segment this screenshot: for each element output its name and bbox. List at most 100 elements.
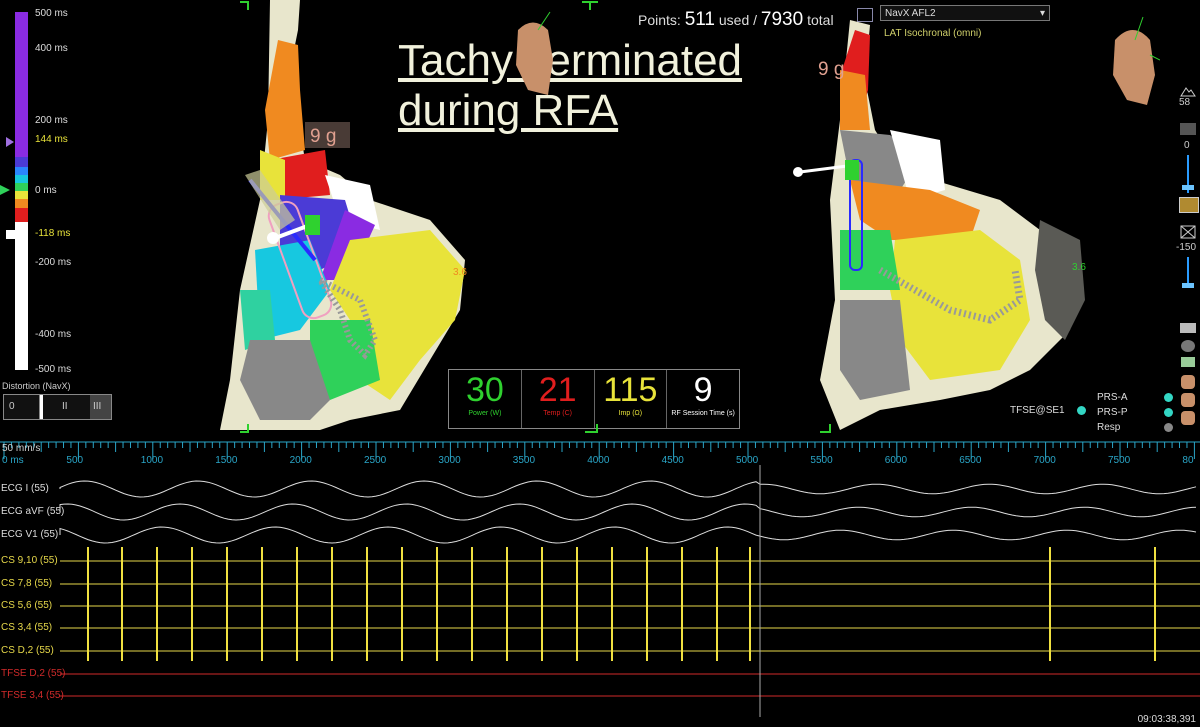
rf-power: 30 Power (W) (449, 370, 522, 428)
distortion-value: 0 (9, 401, 15, 412)
resp-dot-prs-a[interactable] (1164, 393, 1173, 402)
timestamp: 09:03:38,391 (1137, 714, 1196, 725)
right-anatomy-map[interactable]: 9 g 3.6 (780, 0, 1100, 435)
ruler-label: 2500 (364, 455, 387, 466)
sweep-speed: 50 mm/s (2, 443, 41, 454)
rf-power-value: 30 (465, 371, 504, 409)
resp-item-prs-p: PRS-P (1097, 407, 1128, 418)
torso-orientation-icon-right[interactable] (1105, 15, 1160, 110)
right-map-value: 3.6 (1072, 262, 1086, 273)
ruler-label: 1500 (215, 455, 238, 466)
slide-title: Tachy Terminated during RFA (398, 36, 742, 136)
trace-canvas[interactable] (0, 437, 1200, 727)
upper-limit-marker[interactable] (6, 137, 14, 147)
scale-label-400: 400 ms (35, 43, 68, 54)
slide-title-line1: Tachy Terminated (398, 36, 743, 85)
resp-item-resp: Resp (1097, 422, 1121, 433)
resp-dot-prs-p[interactable] (1164, 408, 1173, 417)
channel-trace (59, 503, 1197, 521)
lower-limit-marker[interactable] (6, 230, 15, 239)
sphere-icon[interactable] (1181, 340, 1195, 352)
distortion-mark-ii: II (62, 401, 68, 412)
distortion-label: Distortion (NavX) (2, 381, 71, 391)
rf-session-time-value: 9 (693, 371, 713, 409)
torso-view-icon-2[interactable] (1181, 393, 1195, 407)
catheter-icon[interactable] (1181, 357, 1195, 367)
crosshair-icon[interactable] (1180, 225, 1196, 239)
ruler-start: 0 ms (2, 455, 24, 466)
ruler-label: 5000 (736, 455, 759, 466)
ruler-label: 4000 (587, 455, 610, 466)
used-label: used / (718, 12, 758, 28)
ruler-label: 7500 (1108, 455, 1131, 466)
rf-impedance-value: 115 (603, 371, 658, 409)
ruler-label: 1000 (140, 455, 164, 466)
rf-session-time: 9 RF Session Time (s) (667, 370, 739, 428)
distortion-indicator: 0 II III (3, 394, 112, 420)
scale-label-500: 500 ms (35, 8, 68, 19)
channel-label[interactable]: CS D,2 (55) (1, 645, 54, 656)
ruler-label: 80 (1182, 455, 1194, 466)
left-contact-force-label: 9 g (310, 126, 336, 147)
signal-trace-panel[interactable]: 50 mm/s 0 ms 500 1000 1500 2000 2500 3000 3500… (0, 437, 1200, 727)
threshold-slider-handle[interactable] (1182, 283, 1194, 288)
resp-item-prs-a: PRS-A (1097, 392, 1128, 403)
torso-orientation-icon[interactable] (508, 10, 558, 100)
channel-label[interactable]: CS 7,8 (55) (1, 578, 52, 589)
panel-icon[interactable] (1180, 323, 1196, 333)
rf-ablation-panel: 30 Power (W) 21 Temp (C) 115 Imp (Ω) 9 R… (448, 369, 740, 429)
mountain-icon[interactable] (1180, 85, 1196, 97)
channel-label[interactable]: CS 3,4 (55) (1, 622, 52, 633)
channel-trace (59, 480, 1197, 498)
zero-marker[interactable] (0, 185, 10, 195)
map-panel: 500 ms 400 ms 200 ms 144 ms 0 ms -118 ms… (0, 0, 1200, 437)
ruler-label: 7000 (1033, 455, 1056, 466)
channel-label[interactable]: CS 9,10 (55) (1, 555, 58, 566)
scale-label-minus118: -118 ms (35, 228, 71, 239)
channel-label[interactable]: CS 5,6 (55) (1, 600, 52, 611)
rf-session-time-label: RF Session Time (s) (671, 410, 735, 417)
opacity-slider-handle[interactable] (1182, 185, 1194, 190)
scale-label-0: 0 ms (35, 185, 57, 196)
channel-label[interactable]: ECG I (55) (1, 483, 49, 494)
channel-label[interactable]: ECG V1 (55) (1, 529, 58, 540)
ruler-label: 3500 (512, 455, 536, 466)
layers-icon[interactable] (1180, 123, 1196, 135)
ruler-label: 500 (66, 455, 84, 466)
toolbar-value-minus150: -150 (1176, 242, 1197, 253)
scale-label-144: 144 ms (35, 134, 68, 145)
torso-view-icon-3[interactable] (1181, 411, 1195, 425)
torso-view-icon-1[interactable] (1181, 375, 1195, 389)
rf-impedance-label: Imp (Ω) (618, 410, 643, 417)
resp-dot-resp[interactable] (1164, 423, 1173, 432)
toolbar-value-0: 0 (1184, 140, 1190, 151)
ruler-label: 3000 (438, 455, 461, 466)
channel-label[interactable]: TFSE D,2 (55) (1, 668, 65, 679)
scale-label-minus500: -500 ms (35, 364, 72, 375)
slide-title-line2: during RFA (398, 86, 619, 135)
resp-source-dot (1077, 406, 1086, 415)
ruler-label: 5500 (810, 455, 833, 466)
distortion-marker (40, 395, 43, 419)
scale-label-200: 200 ms (35, 115, 68, 126)
left-map-value: 3.6 (453, 267, 467, 278)
points-label: Points: (638, 12, 681, 28)
rf-temp: 21 Temp (C) (522, 370, 595, 428)
channel-label[interactable]: ECG aVF (55) (1, 506, 64, 517)
channel-label[interactable]: TFSE 3,4 (55) (1, 690, 64, 701)
lat-color-scale[interactable] (15, 12, 28, 370)
points-used: 511 (684, 9, 715, 30)
ruler-label: 6500 (959, 455, 982, 466)
scale-label-minus200: -200 ms (35, 257, 72, 268)
scale-label-minus400: -400 ms (35, 329, 72, 340)
image-icon[interactable] (1179, 197, 1199, 213)
rf-impedance: 115 Imp (Ω) (595, 370, 668, 428)
rf-temp-label: Temp (C) (543, 410, 573, 417)
rf-power-label: Power (W) (468, 410, 502, 417)
channel-trace (59, 526, 1197, 544)
ruler-label: 4500 (661, 455, 684, 466)
toolbar-value-58: 58 (1179, 97, 1191, 108)
distortion-mark-iii: III (93, 401, 102, 412)
right-toolbar: 58 0 -150 (1176, 85, 1200, 435)
right-contact-force-label: 9 g (818, 59, 844, 80)
